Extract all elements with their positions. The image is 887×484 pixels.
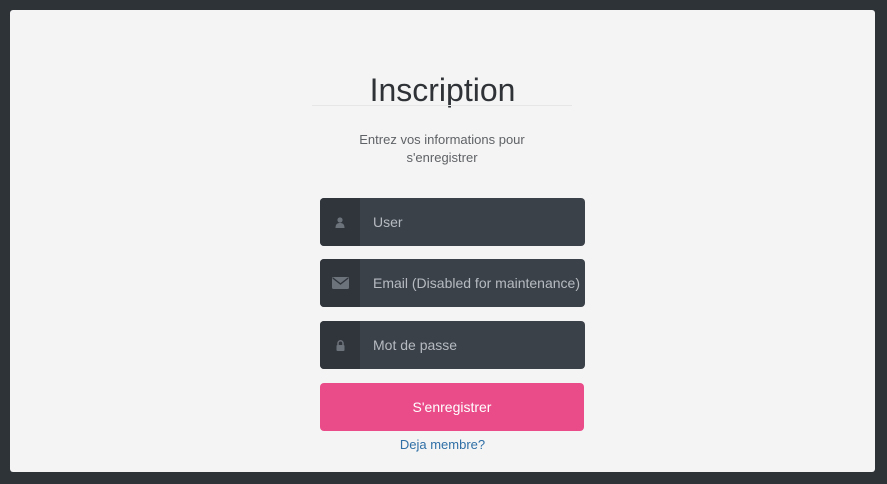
email-field[interactable]: [320, 259, 585, 307]
password-field[interactable]: [320, 321, 585, 369]
user-input[interactable]: [360, 198, 585, 246]
register-panel: Inscription Entrez vos informations pour…: [10, 10, 875, 472]
form-subtitle: Entrez vos informations pour s'enregistr…: [359, 132, 525, 165]
password-input[interactable]: [360, 321, 585, 369]
user-field[interactable]: [320, 198, 585, 246]
envelope-icon: [320, 259, 360, 307]
title-divider: [312, 105, 572, 106]
page-title: Inscription: [369, 72, 516, 108]
already-member-link[interactable]: Deja membre?: [320, 437, 565, 453]
register-button[interactable]: S'enregistrer: [320, 383, 584, 431]
lock-icon: [320, 321, 360, 369]
email-input[interactable]: [360, 259, 585, 307]
user-icon: [320, 198, 360, 246]
